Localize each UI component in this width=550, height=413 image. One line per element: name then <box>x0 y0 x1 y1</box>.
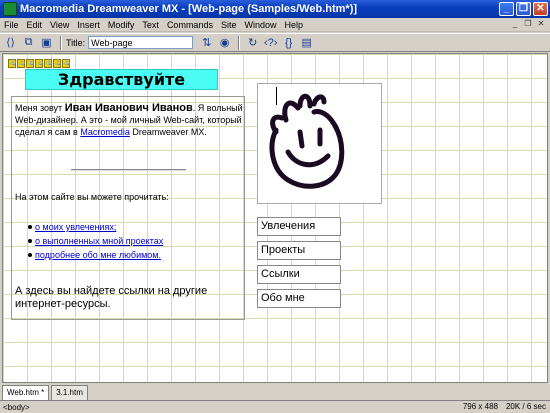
file-management-icon[interactable]: ⇅ <box>198 35 215 50</box>
menu-bar: File Edit View Insert Modify Text Comman… <box>0 18 550 32</box>
anchor-icon[interactable]: ⚓ <box>17 59 25 68</box>
hobbies-link[interactable]: о моих увлечениях; <box>35 220 116 234</box>
projects-link[interactable]: о выполненных мной проектах <box>35 234 163 248</box>
nav-button-links[interactable]: Ссылки <box>257 265 341 284</box>
menu-view[interactable]: View <box>46 20 73 30</box>
intro-paragraph[interactable]: Меня зовут Иван Иванович Иванов. Я вольн… <box>15 102 243 138</box>
document-controls: _ ❐ ✕ <box>510 19 546 29</box>
document-tabs: Web.htm * 3.1.htm <box>0 384 550 400</box>
smiley-image-layer[interactable] <box>257 83 382 204</box>
doc-restore-icon[interactable]: ❐ <box>523 19 533 29</box>
document-toolbar: ⟨⟩ ⧉ ▣ Title: ⇅ ◉ ↻ ‹?› {} ▤ <box>0 33 550 52</box>
menu-window[interactable]: Window <box>240 20 280 30</box>
list-item: подробнее обо мне любимом. <box>28 248 163 262</box>
status-bar: <body> 796 x 488 20K / 6 sec <box>0 400 550 413</box>
window-title: Macromedia Dreamweaver MX - [Web-page (S… <box>20 3 358 15</box>
menu-help[interactable]: Help <box>280 20 307 30</box>
dreamweaver-app-icon <box>3 2 17 16</box>
list-item: о выполненных мной проектах <box>28 234 163 248</box>
list-item: о моих увлечениях; <box>28 220 163 234</box>
horizontal-rule <box>71 169 186 171</box>
page-title-input[interactable] <box>88 36 194 49</box>
download-size: 20K / 6 sec <box>505 402 546 411</box>
preview-globe-icon[interactable]: ◉ <box>216 35 233 50</box>
anchor-icon[interactable]: ⚓ <box>35 59 43 68</box>
close-button[interactable]: ✕ <box>533 2 548 16</box>
bullet-icon <box>28 225 32 229</box>
menu-commands[interactable]: Commands <box>163 20 217 30</box>
nav-button-hobbies[interactable]: Увлечения <box>257 217 341 236</box>
bullet-icon <box>28 253 32 257</box>
toolbar-separator <box>60 35 62 50</box>
menu-edit[interactable]: Edit <box>23 20 47 30</box>
split-view-icon[interactable]: ⧉ <box>20 35 37 50</box>
window-controls: _ ❐ ✕ <box>499 2 548 16</box>
intro-prefix: Меня зовут <box>15 103 65 113</box>
title-label: Title: <box>66 37 86 48</box>
menu-text[interactable]: Text <box>138 20 163 30</box>
content-layer[interactable]: Меня зовут Иван Иванович Иванов. Я вольн… <box>11 96 245 320</box>
outro-paragraph: А здесь вы найдете ссылки на другие инте… <box>15 285 208 310</box>
macromedia-link[interactable]: Macromedia <box>80 127 130 137</box>
tab-3-1-htm[interactable]: 3.1.htm <box>51 385 88 400</box>
greeting-heading[interactable]: Здравствуйте <box>25 69 218 90</box>
restore-button[interactable]: ❐ <box>516 2 531 16</box>
code-view-icon[interactable]: ⟨⟩ <box>2 35 19 50</box>
anchor-icon[interactable]: ⚓ <box>62 59 70 68</box>
read-heading: На этом сайте вы можете прочитать: <box>15 192 169 202</box>
design-view[interactable]: ⚓ ⚓ ⚓ ⚓ ⚓ ⚓ ⚓ Здравствуйте Меня зовут Ив… <box>2 53 548 383</box>
status-info: 796 x 488 20K / 6 sec <box>463 402 546 411</box>
anchor-icon[interactable]: ⚓ <box>8 59 16 68</box>
menu-insert[interactable]: Insert <box>73 20 104 30</box>
refresh-icon[interactable]: ↻ <box>244 35 261 50</box>
anchor-icon[interactable]: ⚓ <box>26 59 34 68</box>
toolbar-separator <box>238 35 241 50</box>
title-bar: Macromedia Dreamweaver MX - [Web-page (S… <box>0 0 550 18</box>
anchor-icon[interactable]: ⚓ <box>53 59 61 68</box>
view-options-icon[interactable]: ▤ <box>298 35 315 50</box>
topics-list: о моих увлечениях; о выполненных мной пр… <box>28 220 163 262</box>
doc-close-icon[interactable]: ✕ <box>536 19 546 29</box>
intro-suffix: Dreamweaver MX. <box>129 127 207 137</box>
anchor-icon[interactable]: ⚓ <box>44 59 52 68</box>
code-navigation-icon[interactable]: {} <box>280 35 297 50</box>
window-size[interactable]: 796 x 488 <box>463 402 498 411</box>
about-me-link[interactable]: подробнее обо мне любимом. <box>35 248 161 262</box>
nav-button-projects[interactable]: Проекты <box>257 241 341 260</box>
text-cursor <box>276 87 277 105</box>
nav-button-about[interactable]: Обо мне <box>257 289 341 308</box>
design-view-icon[interactable]: ▣ <box>38 35 55 50</box>
minimize-button[interactable]: _ <box>499 2 514 16</box>
bullet-icon <box>28 239 32 243</box>
tab-web-htm[interactable]: Web.htm * <box>2 385 50 400</box>
menu-modify[interactable]: Modify <box>104 20 139 30</box>
menu-file[interactable]: File <box>0 20 23 30</box>
anchor-markers: ⚓ ⚓ ⚓ ⚓ ⚓ ⚓ ⚓ <box>8 59 70 68</box>
tag-selector[interactable]: <body> <box>3 403 30 412</box>
reference-icon[interactable]: ‹?› <box>262 35 279 50</box>
author-name: Иван Иванович Иванов <box>64 102 193 114</box>
menu-site[interactable]: Site <box>217 20 241 30</box>
doc-minimize-icon[interactable]: _ <box>510 19 520 29</box>
